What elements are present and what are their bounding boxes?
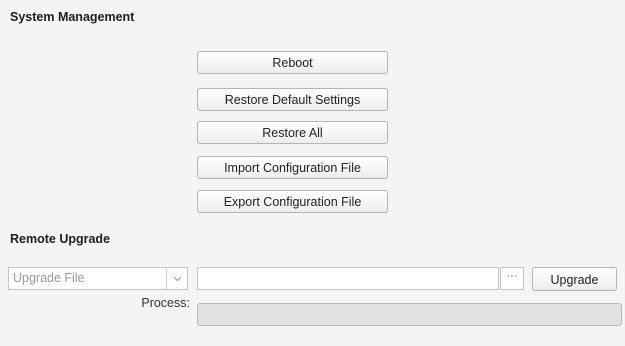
process-label: Process:	[141, 296, 190, 310]
restore-default-settings-button[interactable]: Restore Default Settings	[197, 88, 388, 111]
restore-all-button[interactable]: Restore All	[197, 121, 388, 144]
browse-button[interactable]: ···	[500, 267, 524, 290]
ellipsis-icon: ···	[506, 270, 518, 282]
upgrade-file-type-value: Upgrade File	[13, 271, 85, 285]
remote-upgrade-header: Remote Upgrade	[10, 232, 111, 246]
system-panel: System Management Reboot Restore Default…	[0, 0, 625, 346]
system-management-header: System Management	[10, 10, 135, 24]
export-configuration-file-button[interactable]: Export Configuration File	[197, 190, 388, 213]
upgrade-button[interactable]: Upgrade	[532, 267, 617, 291]
upgrade-progress-bar	[197, 303, 622, 326]
reboot-button[interactable]: Reboot	[197, 51, 388, 74]
upgrade-file-path-input[interactable]	[197, 267, 499, 290]
import-configuration-file-button[interactable]: Import Configuration File	[197, 156, 388, 179]
